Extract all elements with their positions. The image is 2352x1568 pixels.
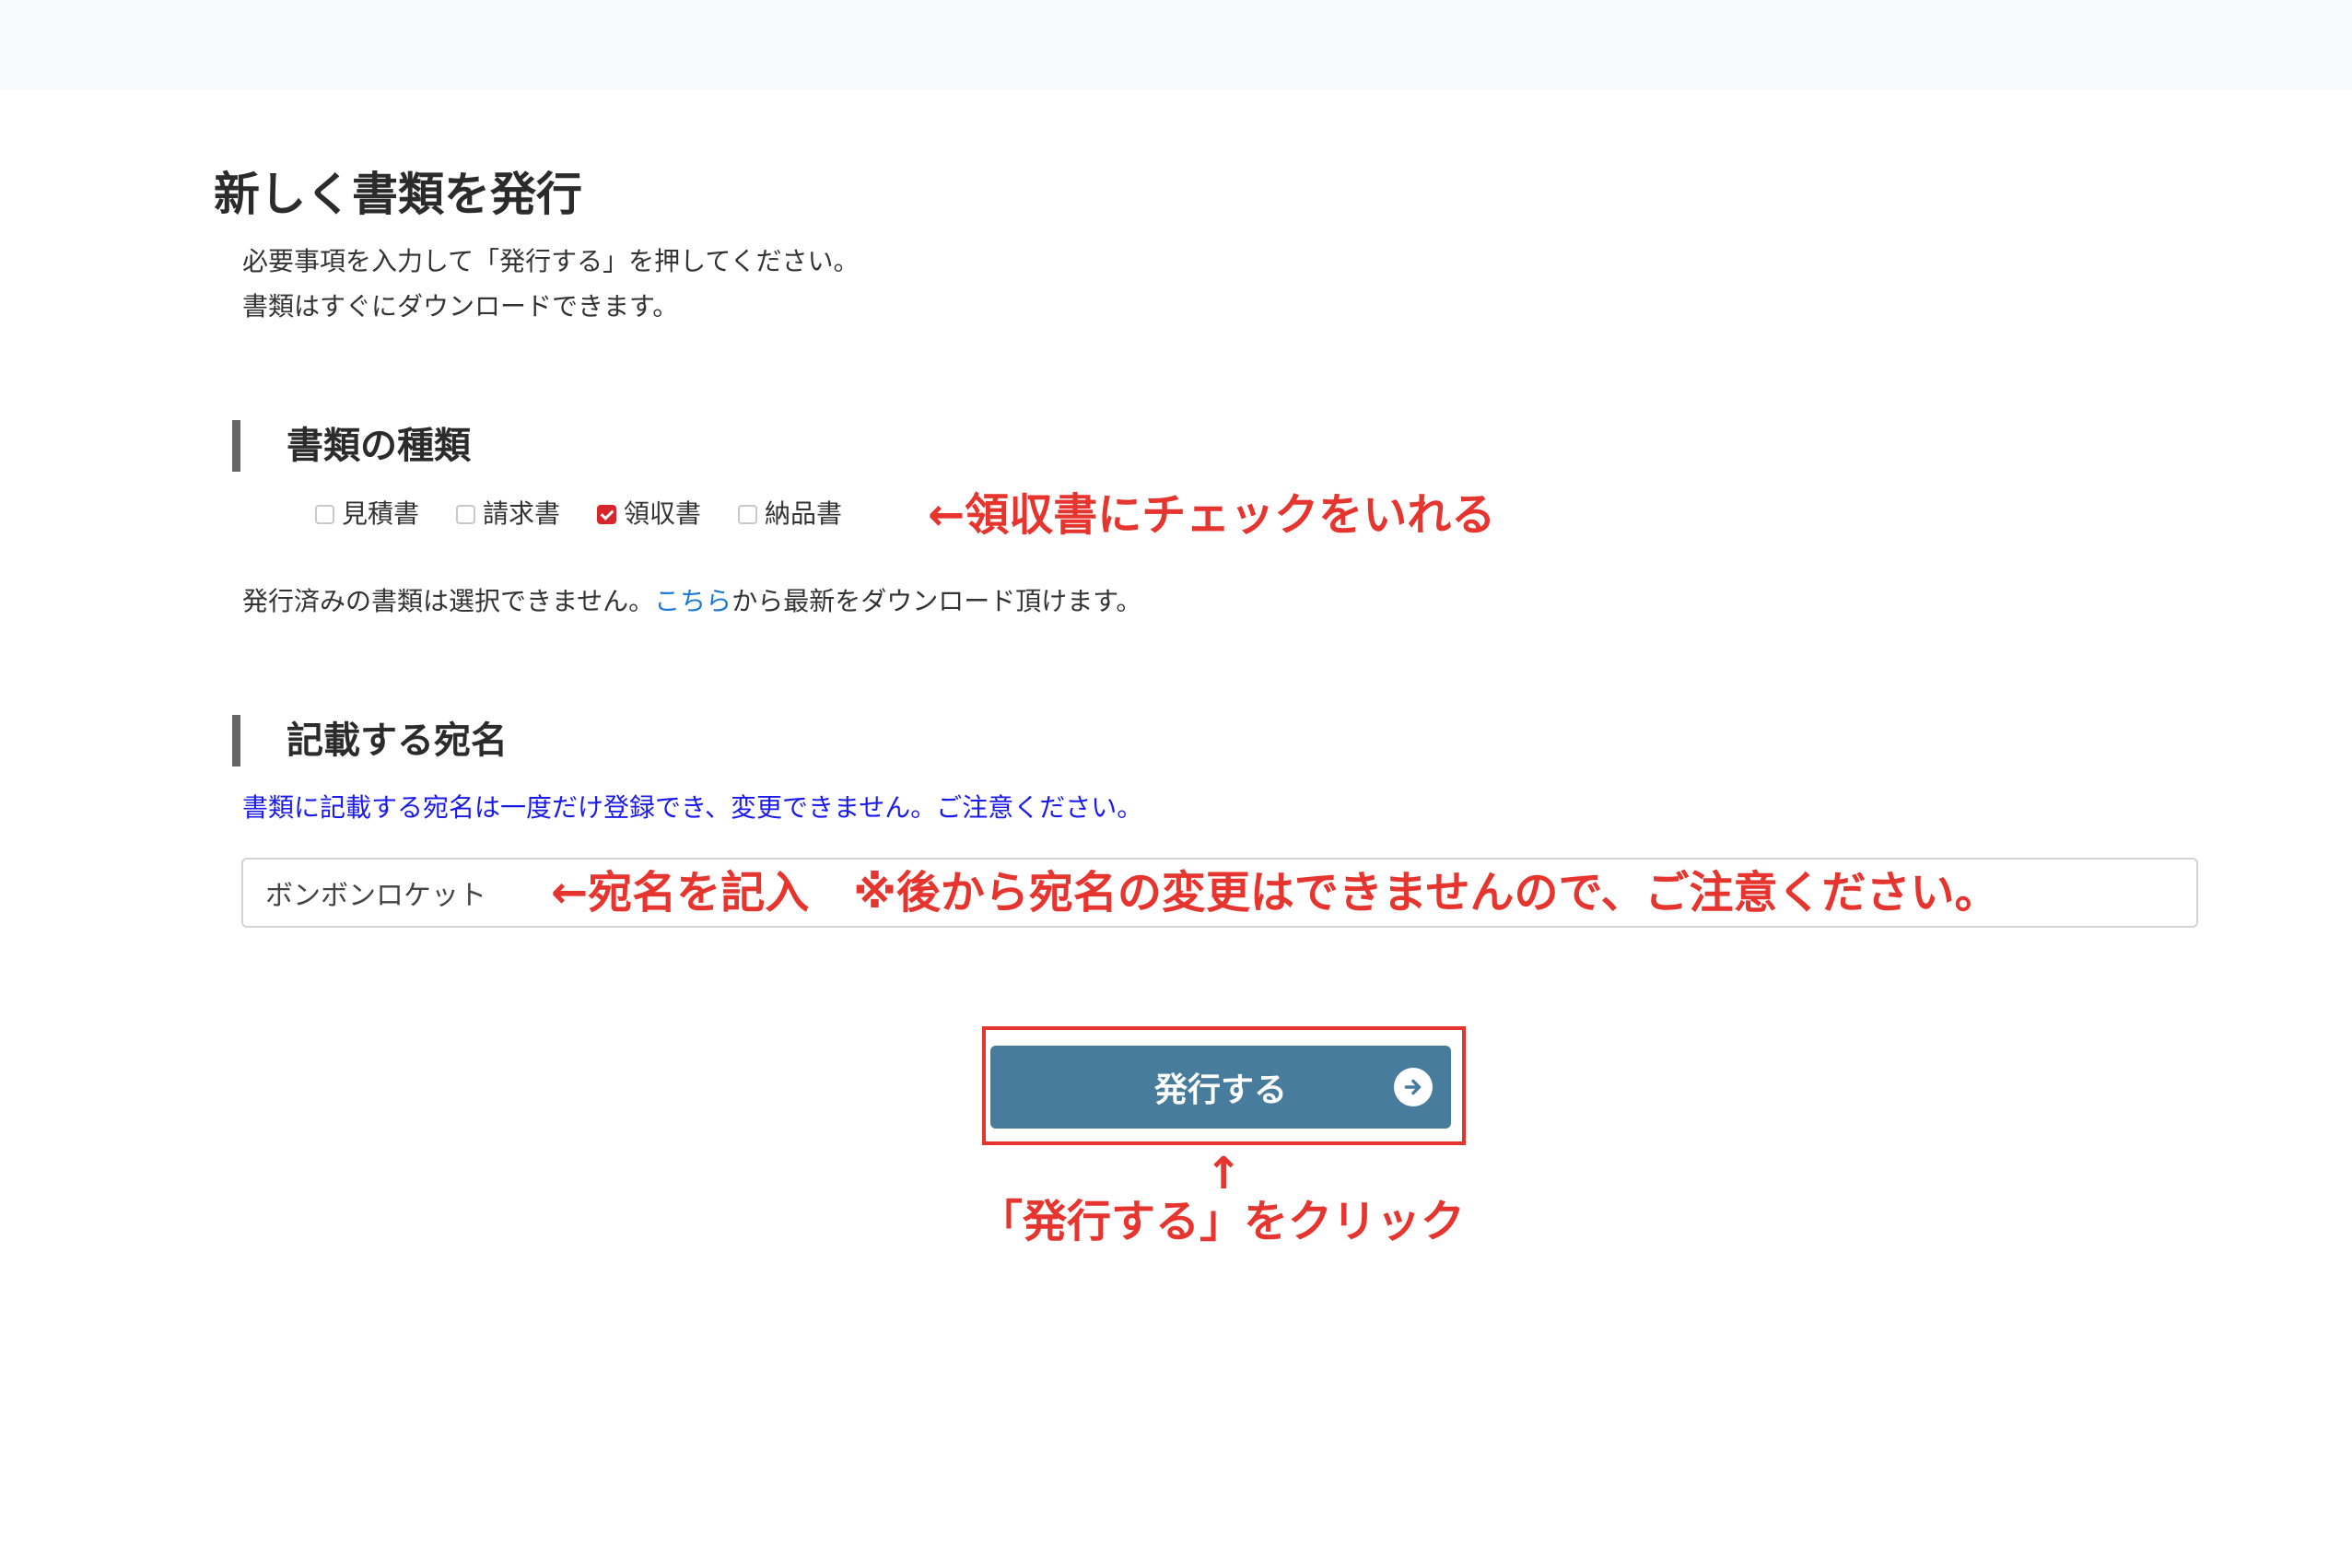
invoice-checkbox[interactable] <box>456 504 476 524</box>
delivery-checkbox[interactable] <box>738 504 758 524</box>
doc-type-option-delivery[interactable]: 納品書 <box>738 496 842 532</box>
arrow-right-circle-icon <box>1394 1068 1433 1106</box>
section-heading-doc-type: 書類の種類 <box>287 425 471 467</box>
receipt-label: 領収書 <box>624 498 702 529</box>
doc-type-option-estimate[interactable]: 見積書 <box>315 496 419 532</box>
intro-text-line-2: 書類はすぐにダウンロードできます。 <box>242 291 679 322</box>
latest-download-link[interactable]: こちら <box>654 586 731 616</box>
section-heading-recipient: 記載する宛名 <box>287 720 508 762</box>
issued-documents-note: 発行済みの書類は選択できません。こちらから最新をダウンロード頂けます。 <box>242 583 1141 620</box>
page-title: 新しく書類を発行 <box>214 168 582 221</box>
intro-text-line-1: 必要事項を入力して「発行する」を押してください。 <box>242 246 860 276</box>
section-marker-doc-type <box>232 420 240 472</box>
doc-type-checkbox-group: 見積書 請求書 領収書 納品書 <box>315 494 879 534</box>
issue-button[interactable]: 発行する <box>990 1046 1451 1129</box>
estimate-checkbox[interactable] <box>315 504 334 524</box>
doc-type-option-receipt[interactable]: 領収書 <box>597 496 701 532</box>
annotation-check-receipt: ←領収書にチェックをいれる <box>928 489 1496 541</box>
annotation-click-issue: 「発行する」をクリック <box>978 1196 1466 1247</box>
section-marker-recipient <box>232 715 240 766</box>
issued-note-text-after: から最新をダウンロード頂けます。 <box>731 586 1142 616</box>
doc-type-option-invoice[interactable]: 請求書 <box>456 496 560 532</box>
top-bar <box>0 0 2352 89</box>
issue-button-label: 発行する <box>1153 1071 1287 1109</box>
invoice-label: 請求書 <box>483 498 561 529</box>
receipt-checkbox[interactable] <box>597 504 617 524</box>
recipient-warning-note: 書類に記載する宛名は一度だけ登録でき、変更できません。ご注意ください。 <box>242 792 1143 823</box>
estimate-label: 見積書 <box>342 498 420 529</box>
issued-note-text-before: 発行済みの書類は選択できません。 <box>242 586 655 616</box>
annotation-recipient: ←宛名を記入 ※後から宛名の変更はできませんので、ご注意ください。 <box>551 867 1999 919</box>
annotation-arrow-up: ↑ <box>1205 1148 1243 1199</box>
delivery-label: 納品書 <box>765 498 843 529</box>
